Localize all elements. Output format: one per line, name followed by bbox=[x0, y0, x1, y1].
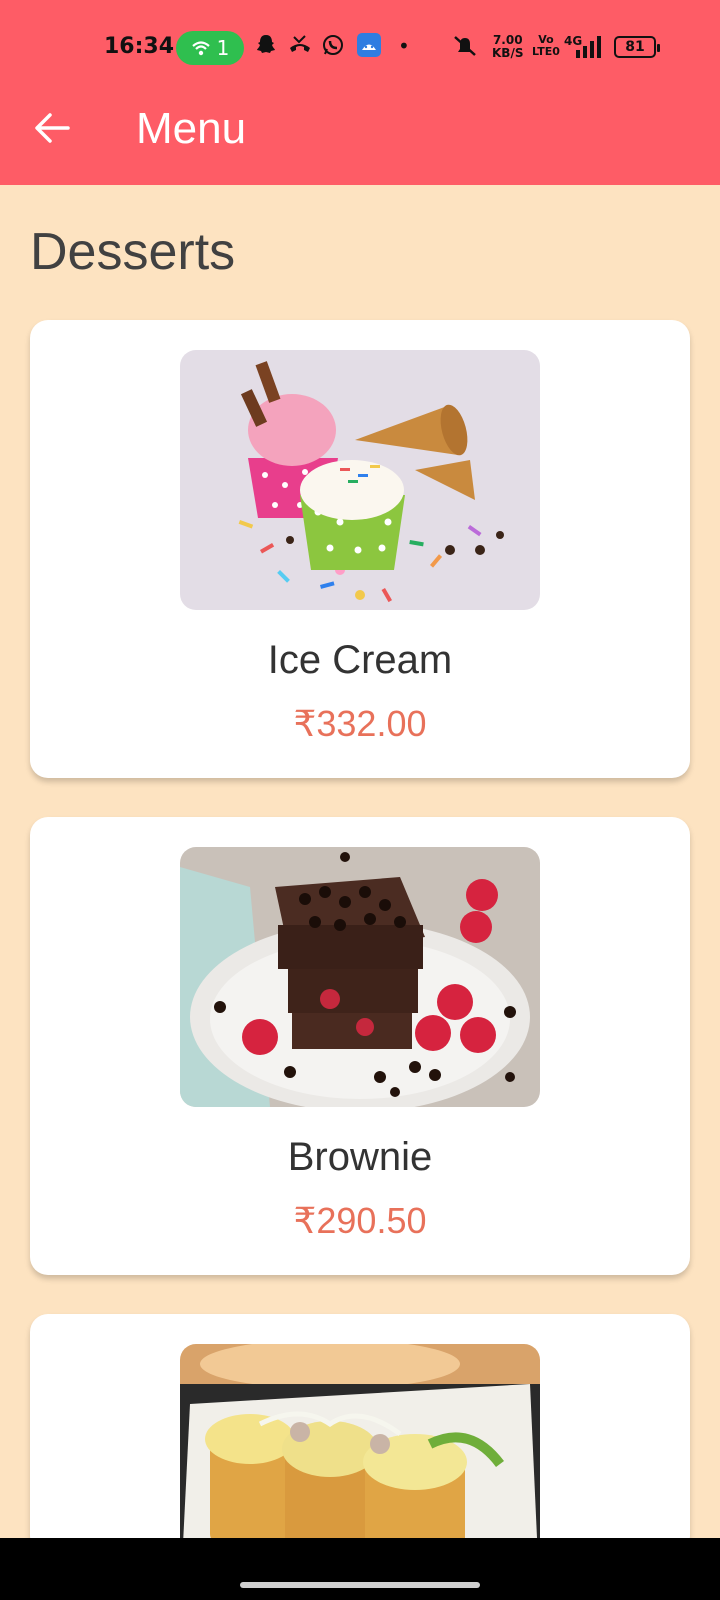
arrow-left-icon bbox=[35, 113, 70, 143]
whatsapp-icon bbox=[322, 34, 344, 61]
snapchat-icon bbox=[256, 34, 276, 61]
speed-unit: KB/S bbox=[492, 46, 524, 60]
signal-icon bbox=[576, 36, 601, 58]
navigation-bar bbox=[0, 1538, 720, 1600]
volte-bottom: LTE0 bbox=[532, 45, 560, 58]
menu-item-card[interactable]: Brownie ₹290.50 bbox=[30, 817, 690, 1275]
status-time: 16:34 bbox=[104, 34, 175, 59]
brownie-image bbox=[180, 847, 540, 1107]
item-name: Brownie bbox=[287, 1135, 433, 1179]
mute-icon bbox=[452, 34, 478, 63]
menu-item-card[interactable]: Ice Cream ₹332.00 bbox=[30, 320, 690, 778]
volte-indicator: Vo LTE0 bbox=[532, 34, 560, 58]
app-bar: 16:34 1 • 7.00 KB/S Vo LTE0 4G 81 Menu bbox=[0, 0, 720, 185]
battery-icon: 81 bbox=[614, 36, 660, 58]
battery-level: 81 bbox=[625, 39, 645, 55]
dessert-image bbox=[180, 1344, 540, 1554]
item-price: ₹290.50 bbox=[293, 1200, 427, 1241]
home-gesture-handle[interactable] bbox=[240, 1582, 480, 1588]
dot-icon: • bbox=[398, 34, 410, 58]
android-app-icon bbox=[356, 32, 382, 63]
hotspot-count: 1 bbox=[216, 36, 230, 60]
back-button[interactable] bbox=[30, 106, 74, 150]
ice-cream-image bbox=[180, 350, 540, 610]
status-bar: 16:34 1 • 7.00 KB/S Vo LTE0 4G 81 bbox=[0, 28, 720, 68]
menu-item-card[interactable] bbox=[30, 1314, 690, 1554]
hotspot-icon bbox=[191, 41, 210, 56]
missed-call-icon bbox=[288, 34, 312, 61]
page-title: Menu bbox=[136, 104, 247, 153]
hotspot-badge: 1 bbox=[176, 31, 244, 65]
item-price: ₹332.00 bbox=[293, 703, 427, 744]
section-title: Desserts bbox=[30, 223, 236, 281]
network-speed: 7.00 KB/S bbox=[492, 34, 523, 60]
item-name: Ice Cream bbox=[267, 638, 453, 682]
